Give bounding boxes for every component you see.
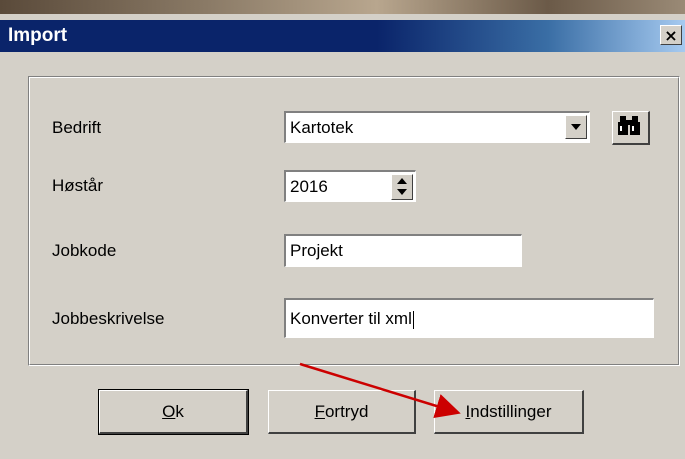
close-icon: × — [664, 25, 678, 45]
window-title: Import — [8, 25, 68, 46]
cancel-button[interactable]: Fortryd — [268, 390, 416, 434]
company-label: Bedrift — [52, 118, 102, 137]
spin-up-icon[interactable] — [397, 178, 407, 184]
ok-button[interactable]: Ok — [98, 389, 249, 435]
spinner-buttons[interactable] — [391, 174, 413, 200]
harvest-year-value: 2016 — [290, 177, 328, 196]
title-bar: Import × — [0, 20, 685, 52]
background-strip — [0, 0, 685, 14]
job-code-value: Projekt — [290, 241, 343, 260]
text-caret — [412, 310, 414, 329]
job-code-input[interactable]: Projekt — [284, 234, 522, 267]
job-description-value: Konverter til xml — [290, 309, 412, 328]
company-value: Kartotek — [290, 118, 354, 137]
company-combobox[interactable]: Kartotek — [284, 111, 590, 143]
harvest-year-label: Høstår — [52, 176, 103, 195]
binoculars-icon — [618, 116, 640, 135]
job-code-label: Jobkode — [52, 241, 117, 260]
settings-button[interactable]: Indstillinger — [434, 390, 584, 434]
spin-down-icon[interactable] — [397, 189, 407, 195]
search-button[interactable] — [612, 111, 650, 145]
close-button[interactable]: × — [660, 25, 682, 45]
job-description-label: Jobbeskrivelse — [52, 309, 165, 328]
job-description-input[interactable]: Konverter til xml — [284, 298, 654, 338]
harvest-year-spinner[interactable]: 2016 — [284, 170, 416, 202]
chevron-down-icon[interactable] — [565, 115, 587, 139]
